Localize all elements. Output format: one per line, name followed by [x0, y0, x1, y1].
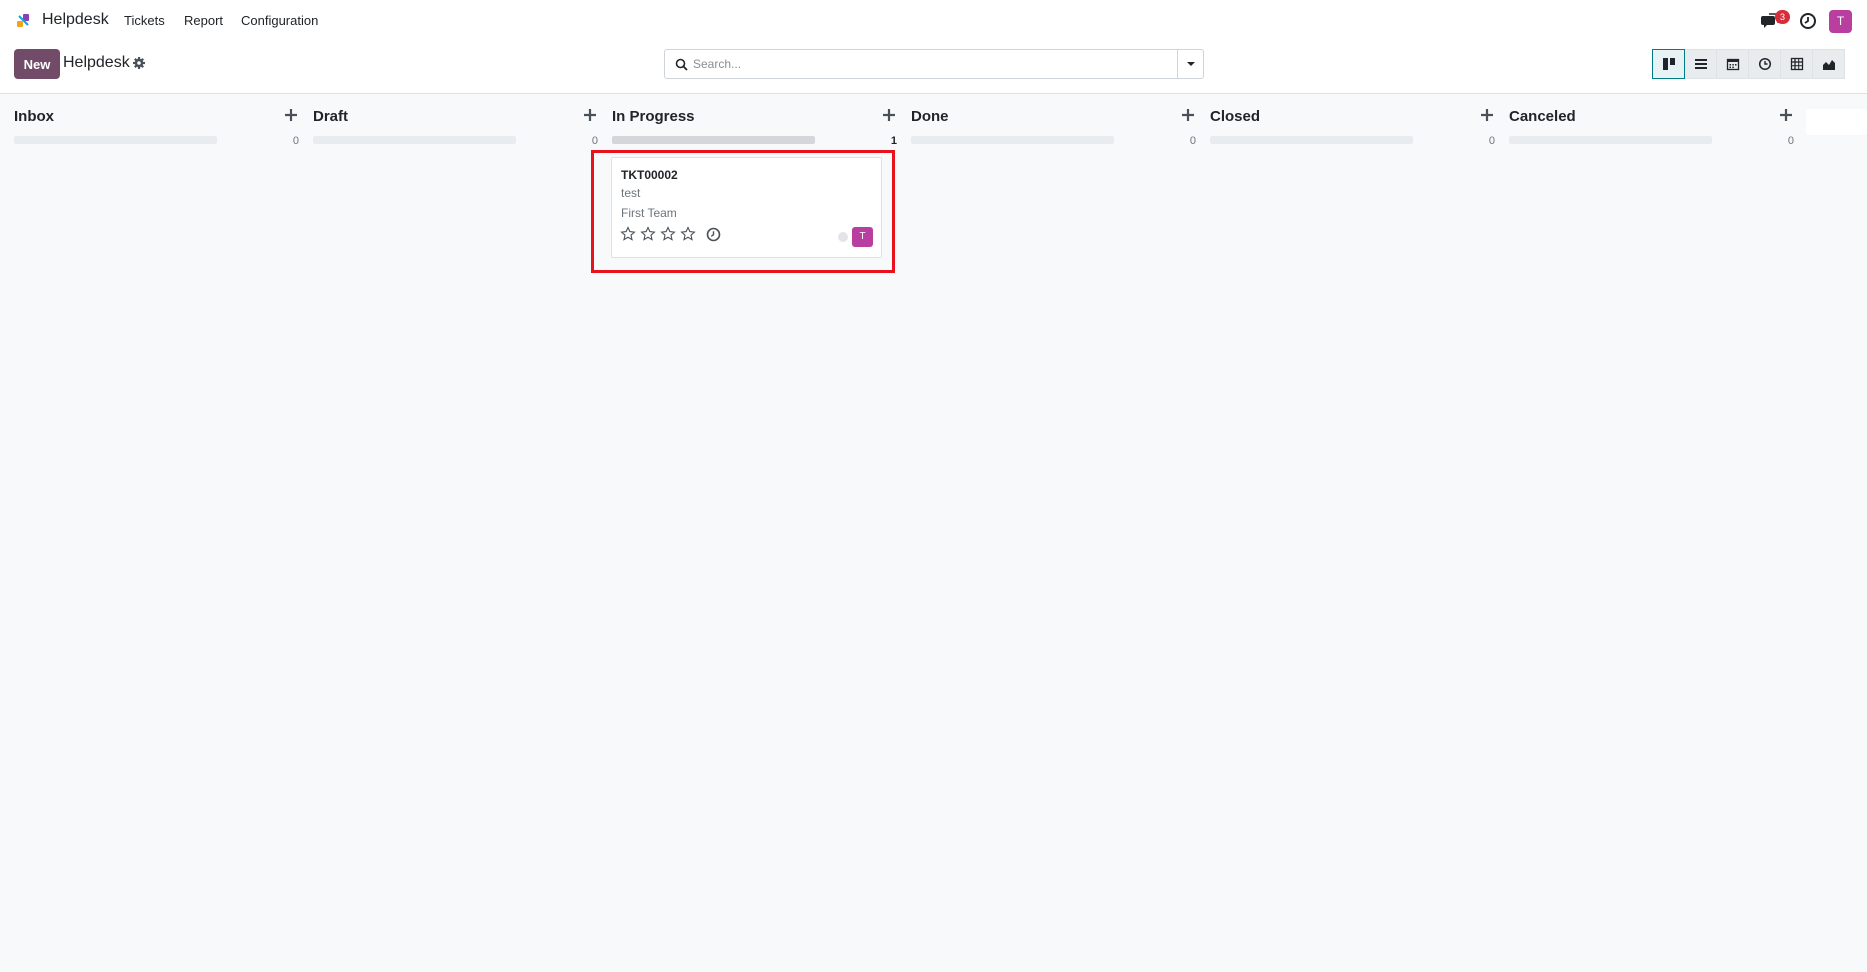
- column-count: 0: [591, 135, 598, 147]
- graph-view-button[interactable]: [1812, 49, 1845, 79]
- column-progress-bar[interactable]: [911, 136, 1114, 144]
- control-panel: New Helpdesk: [0, 42, 1867, 94]
- assignee-avatar[interactable]: T: [852, 227, 873, 247]
- column-progress-bar[interactable]: [14, 136, 217, 144]
- kanban-column-inbox: Inbox 0: [14, 95, 299, 972]
- kanban-column-draft: Draft 0: [313, 95, 598, 972]
- notification-badge: 3: [1775, 10, 1790, 24]
- search-icon: [675, 58, 688, 71]
- column-count: 1: [890, 135, 897, 147]
- column-progress-bar[interactable]: [313, 136, 516, 144]
- ticket-card[interactable]: TKT00002 test First Team T: [611, 157, 882, 258]
- star-icon[interactable]: [640, 226, 656, 242]
- activity-view-icon: [1758, 57, 1771, 71]
- menu-report[interactable]: Report: [184, 13, 223, 28]
- kanban-state-dot[interactable]: [838, 232, 848, 242]
- column-count: 0: [1189, 135, 1196, 147]
- list-view-button[interactable]: [1684, 49, 1717, 79]
- ticket-name: test: [621, 186, 641, 200]
- pivot-view-icon: [1790, 57, 1803, 71]
- caret-down-icon: [1187, 62, 1195, 66]
- column-count: 0: [1488, 135, 1495, 147]
- column-progress-bar[interactable]: [1509, 136, 1712, 144]
- column-progress-fill: [612, 136, 815, 144]
- clock-icon[interactable]: [1797, 11, 1819, 31]
- column-title[interactable]: In Progress: [612, 108, 695, 125]
- breadcrumb: Helpdesk: [63, 54, 130, 71]
- kanban-view-icon: [1662, 58, 1675, 70]
- search-bar: [664, 49, 1204, 79]
- star-icon[interactable]: [660, 226, 676, 242]
- top-navbar: Helpdesk Tickets Report Configuration 3 …: [0, 0, 1867, 42]
- pivot-view-button[interactable]: [1780, 49, 1813, 79]
- column-title[interactable]: Draft: [313, 108, 348, 125]
- calendar-view-button[interactable]: [1716, 49, 1749, 79]
- column-progress-bar[interactable]: [1210, 136, 1413, 144]
- add-icon[interactable]: [283, 107, 299, 123]
- activity-clock-icon[interactable]: [706, 227, 721, 242]
- kanban-column-done: Done 0: [911, 95, 1196, 972]
- app-name[interactable]: Helpdesk: [42, 11, 109, 29]
- column-title[interactable]: Done: [911, 108, 949, 125]
- kanban-column-canceled: Canceled 0: [1509, 95, 1794, 972]
- view-switcher: [1652, 49, 1845, 79]
- new-button[interactable]: New: [14, 49, 60, 79]
- star-icon[interactable]: [680, 226, 696, 242]
- kanban-board: Inbox 0 Draft 0 In Progress 1 Done 0 Clo…: [0, 95, 1867, 972]
- search-options-toggle[interactable]: [1177, 50, 1203, 78]
- column-title[interactable]: Inbox: [14, 108, 54, 125]
- gear-icon[interactable]: [132, 56, 146, 70]
- add-column-area[interactable]: [1806, 109, 1867, 135]
- search-input[interactable]: [693, 53, 1173, 75]
- kanban-view-button[interactable]: [1652, 49, 1685, 79]
- add-icon[interactable]: [881, 107, 897, 123]
- priority-stars: [620, 226, 696, 242]
- star-icon[interactable]: [620, 226, 636, 242]
- ticket-team: First Team: [621, 206, 677, 220]
- column-title[interactable]: Closed: [1210, 108, 1260, 125]
- column-count: 0: [292, 135, 299, 147]
- list-view-icon: [1694, 59, 1707, 69]
- user-avatar[interactable]: T: [1829, 10, 1852, 33]
- activity-view-button[interactable]: [1748, 49, 1781, 79]
- helpdesk-app-icon[interactable]: [15, 12, 32, 29]
- menu-tickets[interactable]: Tickets: [124, 13, 165, 28]
- add-icon[interactable]: [1778, 107, 1794, 123]
- column-count: 0: [1787, 135, 1794, 147]
- add-icon[interactable]: [1479, 107, 1495, 123]
- ticket-reference: TKT00002: [621, 168, 678, 182]
- calendar-view-icon: [1726, 58, 1739, 71]
- graph-view-icon: [1822, 60, 1835, 70]
- column-title[interactable]: Canceled: [1509, 108, 1576, 125]
- menu-configuration[interactable]: Configuration: [241, 13, 318, 28]
- kanban-column-closed: Closed 0: [1210, 95, 1495, 972]
- add-icon[interactable]: [1180, 107, 1196, 123]
- column-progress-bar[interactable]: [612, 136, 815, 144]
- add-icon[interactable]: [582, 107, 598, 123]
